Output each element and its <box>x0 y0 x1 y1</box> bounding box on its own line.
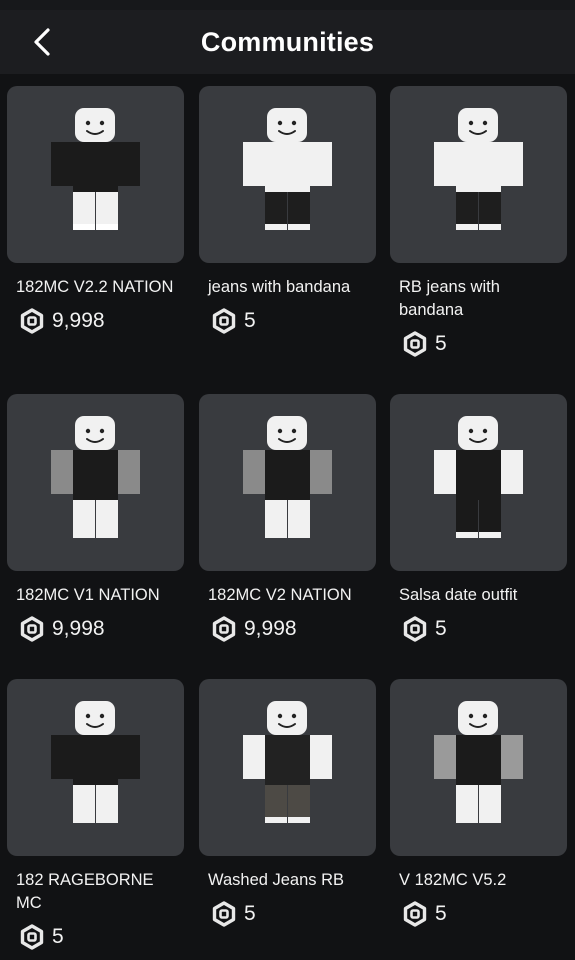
item-price: 5 <box>199 308 376 334</box>
item-name: Salsa date outfit <box>399 586 518 604</box>
item-name: RB jeans with bandana <box>399 278 500 319</box>
avatar-image <box>51 108 140 230</box>
avatar-image <box>434 416 523 538</box>
item-card[interactable]: Salsa date outfit 5 <box>390 394 567 642</box>
avatar-image <box>243 416 332 538</box>
item-price-value: 9,998 <box>52 617 105 640</box>
item-price-value: 9,998 <box>52 309 105 332</box>
item-card[interactable]: 182MC V2 NATION 9,998 <box>199 394 376 642</box>
status-strip <box>0 0 575 10</box>
item-price: 5 <box>199 901 376 927</box>
item-name: 182 RAGEBORNE MC <box>16 871 154 912</box>
item-thumbnail <box>199 394 376 571</box>
item-name: 182MC V2 NATION <box>208 586 352 604</box>
item-price-value: 5 <box>435 617 447 640</box>
item-price-value: 5 <box>244 902 256 925</box>
item-price-value: 5 <box>244 309 256 332</box>
item-thumbnail <box>390 679 567 856</box>
item-name: 182MC V2.2 NATION <box>16 278 174 296</box>
item-name: jeans with bandana <box>208 278 351 296</box>
item-price-value: 5 <box>52 925 64 948</box>
avatar-image <box>434 701 523 823</box>
item-price: 5 <box>390 616 567 642</box>
item-thumbnail <box>390 86 567 263</box>
item-name: 182MC V1 NATION <box>16 586 160 604</box>
item-thumbnail <box>199 86 376 263</box>
item-price-value: 5 <box>435 902 447 925</box>
item-price-value: 9,998 <box>244 617 297 640</box>
item-price: 5 <box>7 924 184 950</box>
robux-icon <box>19 308 45 334</box>
robux-icon <box>19 616 45 642</box>
item-card[interactable]: Washed Jeans RB 5 <box>199 679 376 927</box>
avatar-image <box>434 108 523 230</box>
item-thumbnail <box>199 679 376 856</box>
avatar-image <box>243 701 332 823</box>
item-price: 5 <box>390 331 567 357</box>
robux-icon <box>211 901 237 927</box>
avatar-image <box>51 701 140 823</box>
top-bar: Communities <box>0 10 575 74</box>
item-price: 9,998 <box>199 616 376 642</box>
item-card[interactable]: jeans with bandana 5 <box>199 86 376 334</box>
robux-icon <box>402 616 428 642</box>
item-thumbnail <box>7 394 184 571</box>
item-thumbnail <box>7 86 184 263</box>
item-price-value: 5 <box>435 332 447 355</box>
item-price: 9,998 <box>7 616 184 642</box>
robux-icon <box>211 308 237 334</box>
item-thumbnail <box>7 679 184 856</box>
robux-icon <box>19 924 45 950</box>
item-name: V 182MC V5.2 <box>399 871 507 889</box>
robux-icon <box>402 901 428 927</box>
item-card[interactable]: 182 RAGEBORNE MC 5 <box>7 679 184 950</box>
item-card[interactable]: V 182MC V5.2 5 <box>390 679 567 927</box>
item-card[interactable]: 182MC V2.2 NATION 9,998 <box>7 86 184 334</box>
item-card[interactable]: 182MC V1 NATION 9,998 <box>7 394 184 642</box>
avatar-image <box>243 108 332 230</box>
item-thumbnail <box>390 394 567 571</box>
item-card[interactable]: RB jeans with bandana 5 <box>390 86 567 357</box>
robux-icon <box>402 331 428 357</box>
page-title: Communities <box>200 27 375 57</box>
robux-icon <box>211 616 237 642</box>
avatar-image <box>51 416 140 538</box>
item-price: 9,998 <box>7 308 184 334</box>
item-name: Washed Jeans RB <box>208 871 345 889</box>
item-price: 5 <box>390 901 567 927</box>
